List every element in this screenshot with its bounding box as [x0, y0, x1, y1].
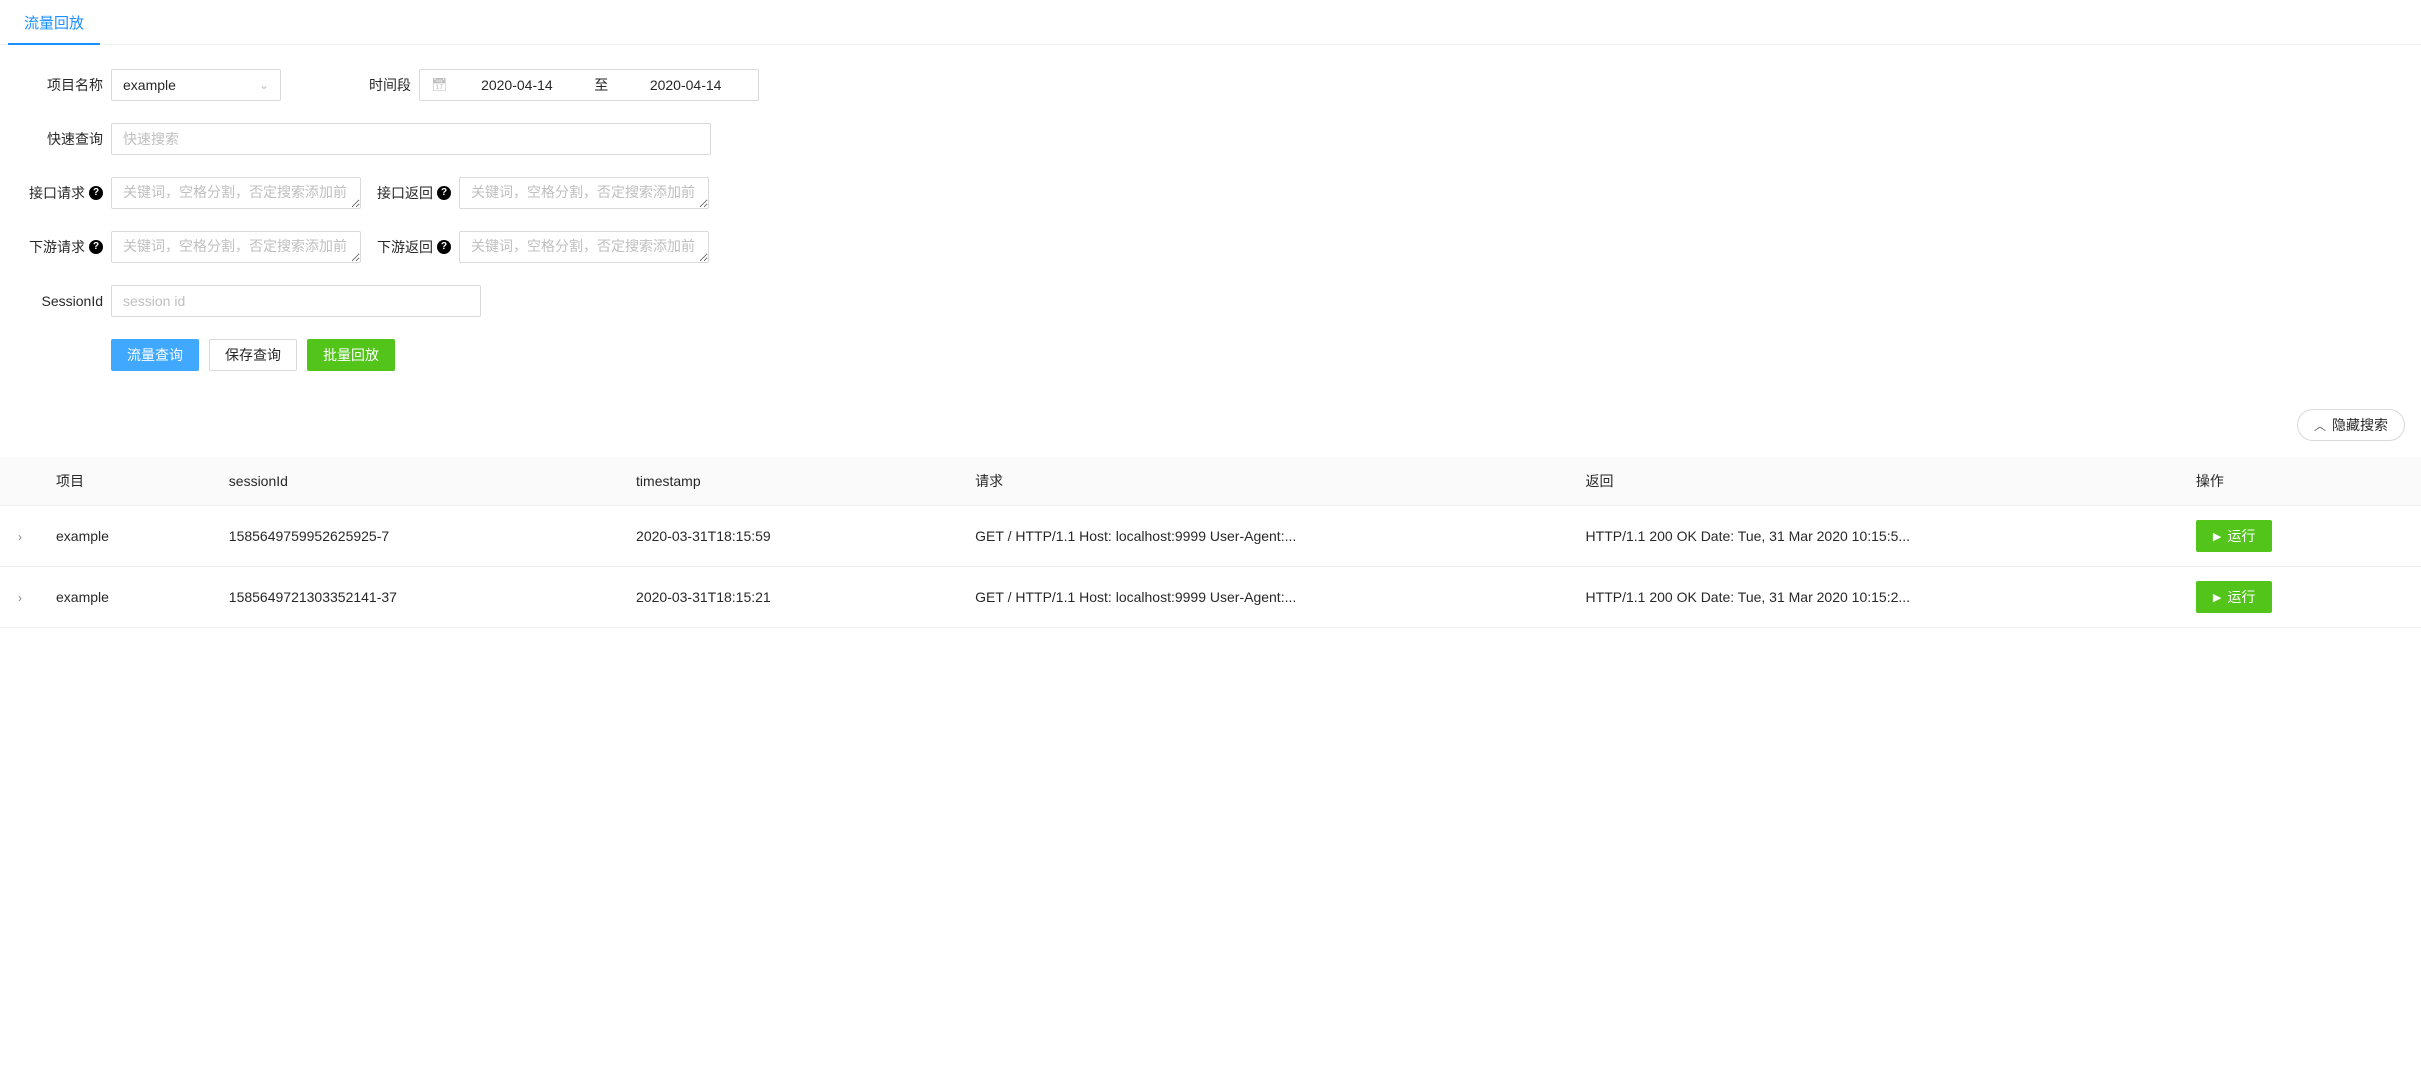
- run-button[interactable]: ▶ 运行: [2196, 520, 2272, 552]
- col-request: 请求: [959, 457, 1569, 506]
- downstream-request-input[interactable]: [111, 231, 361, 263]
- label-project-name: 项目名称: [16, 75, 111, 95]
- help-icon[interactable]: ?: [89, 186, 103, 200]
- hide-search-label: 隐藏搜索: [2332, 415, 2388, 435]
- calendar-icon: 📅︎: [431, 77, 448, 93]
- label-quick-search: 快速查询: [16, 129, 111, 149]
- cell-project: example: [40, 567, 213, 628]
- label-interface-request: 接口请求 ?: [16, 183, 111, 203]
- label-downstream-response: 下游返回 ?: [369, 237, 459, 257]
- cell-sessionId: 1585649759952625925-7: [213, 506, 620, 567]
- date-end: 2020-04-14: [624, 77, 747, 93]
- expand-row-icon[interactable]: ›: [18, 591, 22, 605]
- date-separator: 至: [578, 75, 624, 95]
- interface-request-input[interactable]: [111, 177, 361, 209]
- cell-request: GET / HTTP/1.1 Host: localhost:9999 User…: [959, 506, 1569, 567]
- col-timestamp: timestamp: [620, 457, 959, 506]
- save-query-button[interactable]: 保存查询: [209, 339, 297, 371]
- col-response: 返回: [1570, 457, 2180, 506]
- cell-response: HTTP/1.1 200 OK Date: Tue, 31 Mar 2020 1…: [1570, 567, 2180, 628]
- cell-timestamp: 2020-03-31T18:15:21: [620, 567, 959, 628]
- batch-replay-button[interactable]: 批量回放: [307, 339, 395, 371]
- help-icon[interactable]: ?: [437, 240, 451, 254]
- date-start: 2020-04-14: [456, 77, 579, 93]
- time-range-picker[interactable]: 📅︎ 2020-04-14 至 2020-04-14: [419, 69, 759, 101]
- col-expand: [0, 457, 40, 506]
- tab-traffic-replay[interactable]: 流量回放: [8, 0, 100, 45]
- play-icon: ▶: [2213, 530, 2221, 543]
- hide-search-button[interactable]: ︿ 隐藏搜索: [2297, 409, 2405, 441]
- chevron-down-icon: ⌄: [259, 78, 269, 92]
- tabs-bar: 流量回放: [0, 0, 2421, 45]
- cell-response: HTTP/1.1 200 OK Date: Tue, 31 Mar 2020 1…: [1570, 506, 2180, 567]
- toolbar-right: ︿ 隐藏搜索: [0, 401, 2421, 457]
- label-session-id: SessionId: [16, 293, 111, 309]
- downstream-response-input[interactable]: [459, 231, 709, 263]
- project-name-value: example: [123, 77, 176, 93]
- play-icon: ▶: [2213, 591, 2221, 604]
- cell-timestamp: 2020-03-31T18:15:59: [620, 506, 959, 567]
- project-name-select[interactable]: example ⌄: [111, 69, 281, 101]
- help-icon[interactable]: ?: [89, 240, 103, 254]
- col-action: 操作: [2180, 457, 2421, 506]
- query-button[interactable]: 流量查询: [111, 339, 199, 371]
- search-form: 项目名称 example ⌄ 时间段 📅︎ 2020-04-14 至 2020-…: [0, 45, 2421, 401]
- col-session-id: sessionId: [213, 457, 620, 506]
- expand-row-icon[interactable]: ›: [18, 530, 22, 544]
- cell-project: example: [40, 506, 213, 567]
- help-icon[interactable]: ?: [437, 186, 451, 200]
- table-row: › example1585649759952625925-72020-03-31T…: [0, 506, 2421, 567]
- run-button-label: 运行: [2227, 526, 2255, 546]
- quick-search-input[interactable]: [111, 123, 711, 155]
- cell-sessionId: 1585649721303352141-37: [213, 567, 620, 628]
- label-time-range: 时间段: [289, 75, 419, 95]
- table-row: › example1585649721303352141-372020-03-31…: [0, 567, 2421, 628]
- label-interface-response: 接口返回 ?: [369, 183, 459, 203]
- session-id-input[interactable]: [111, 285, 481, 317]
- col-project: 项目: [40, 457, 213, 506]
- chevron-up-icon: ︿: [2314, 417, 2326, 434]
- run-button[interactable]: ▶ 运行: [2196, 581, 2272, 613]
- run-button-label: 运行: [2227, 587, 2255, 607]
- cell-request: GET / HTTP/1.1 Host: localhost:9999 User…: [959, 567, 1569, 628]
- interface-response-input[interactable]: [459, 177, 709, 209]
- label-downstream-request: 下游请求 ?: [16, 237, 111, 257]
- results-table: 项目 sessionId timestamp 请求 返回 操作 › example…: [0, 457, 2421, 628]
